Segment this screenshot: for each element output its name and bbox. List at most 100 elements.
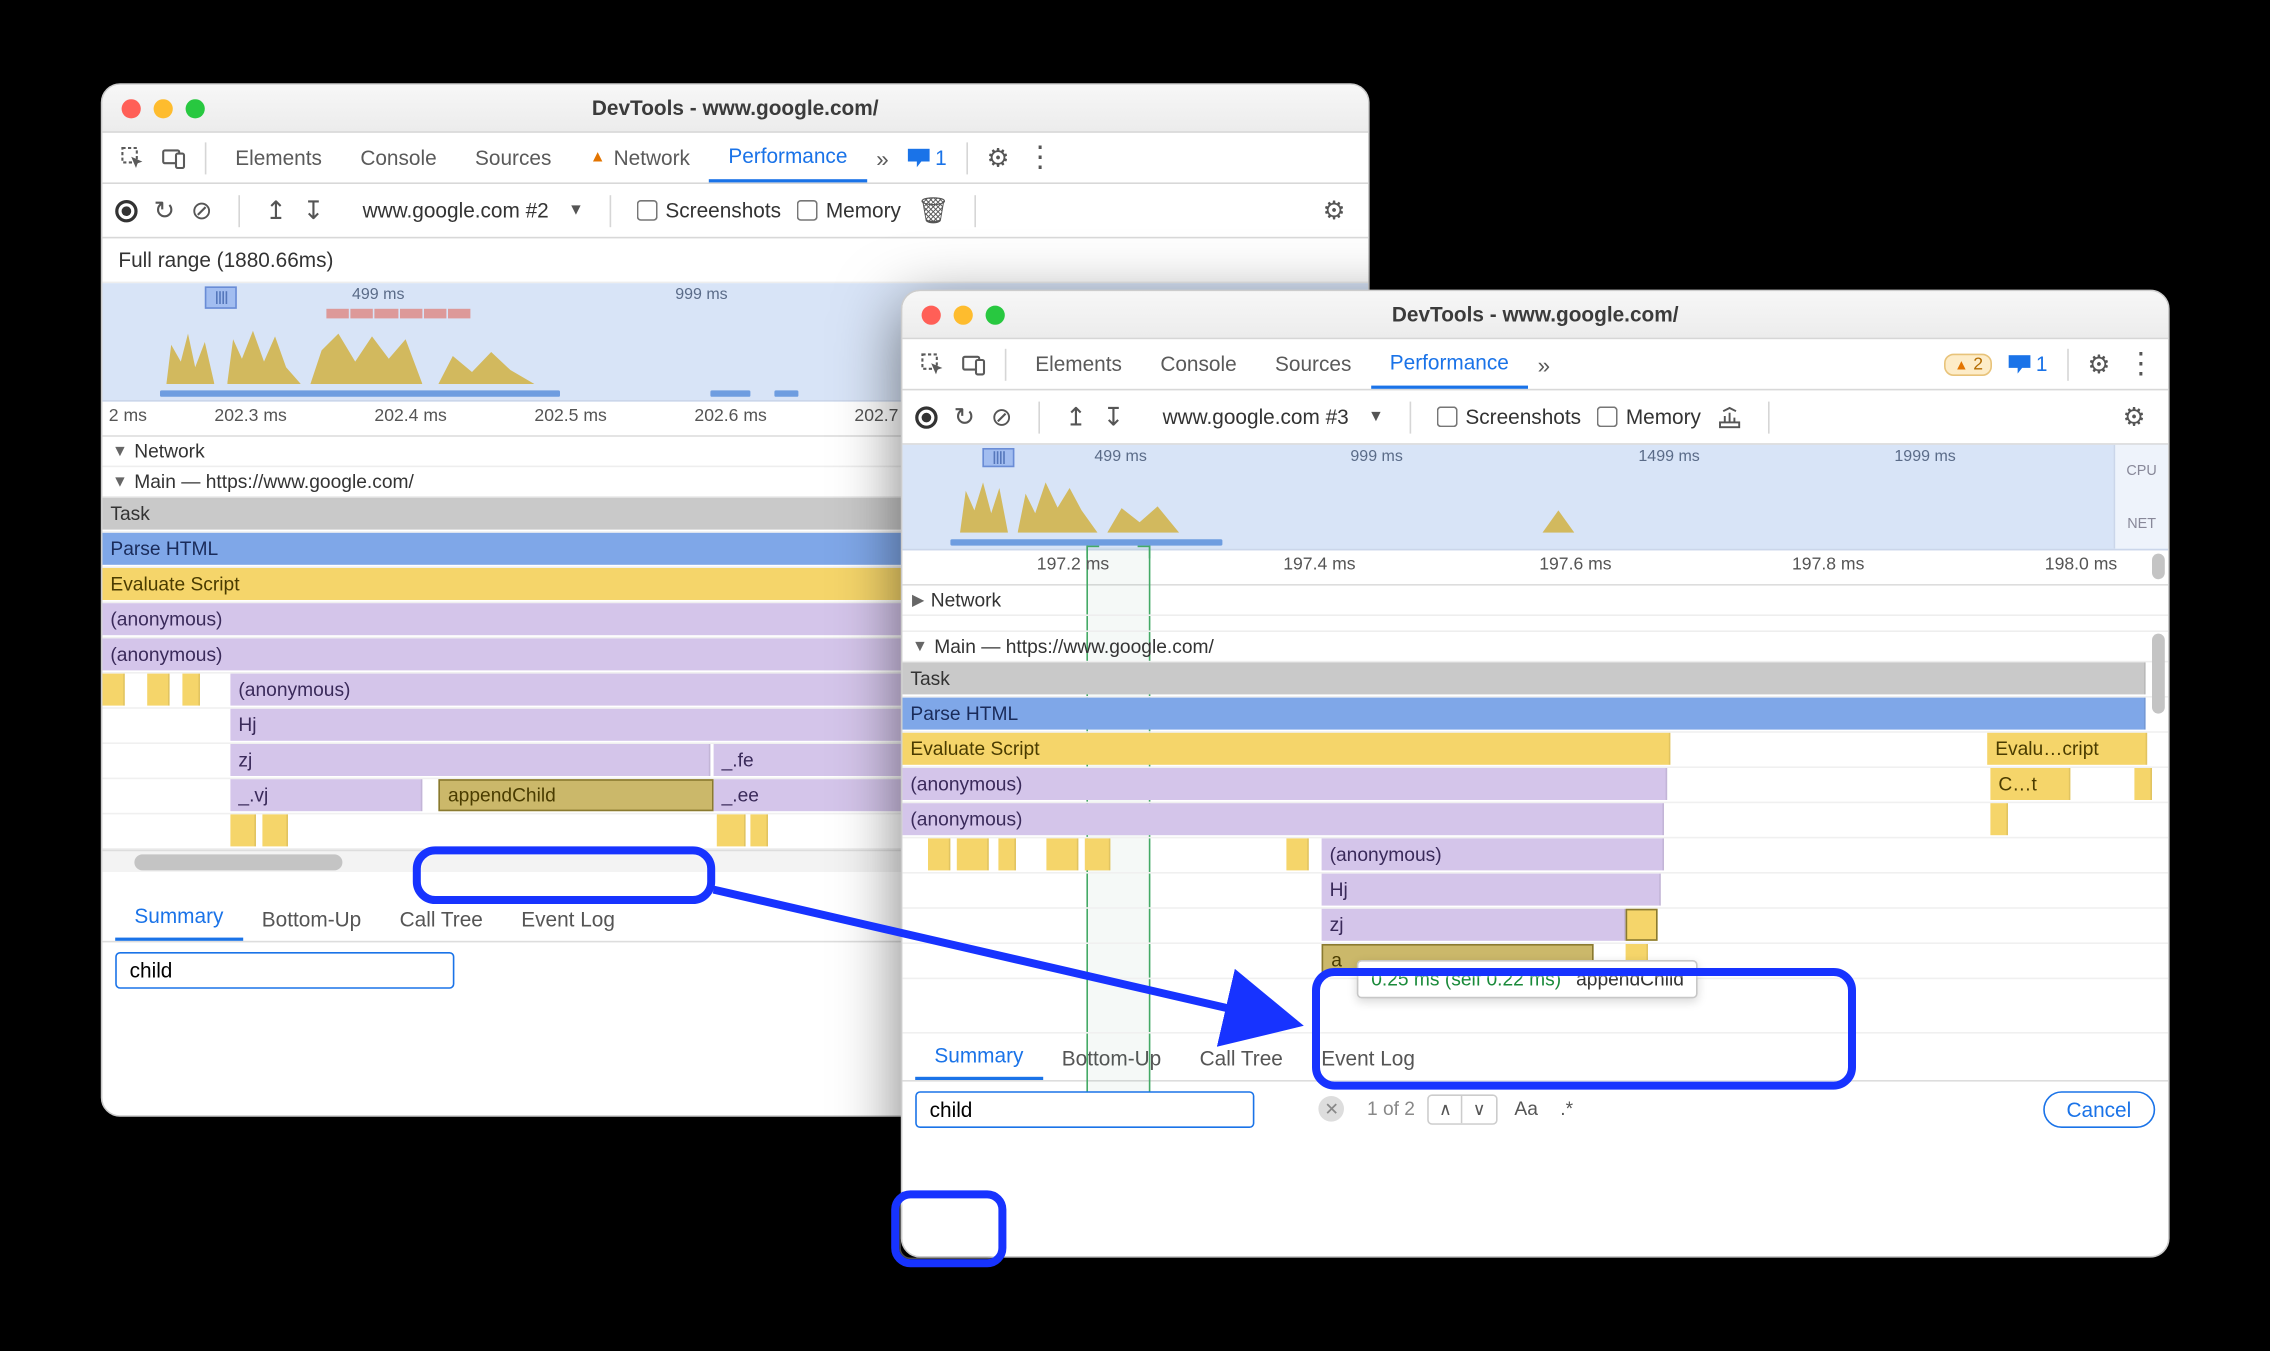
flame-anonymous[interactable]: (anonymous) [902,803,1664,835]
tab-summary[interactable]: Summary [915,1034,1042,1080]
flame-block[interactable] [998,838,1016,870]
more-tabs-icon[interactable]: » [1528,351,1560,377]
clear-icon[interactable]: ⊘ [991,401,1012,433]
match-case-toggle[interactable]: Aa [1510,1098,1543,1120]
search-input[interactable] [915,1090,1254,1127]
tab-console[interactable]: Console [1141,339,1256,389]
collapse-icon[interactable]: ▶ [912,591,924,609]
upload-icon[interactable]: ↥ [265,194,286,226]
flame-zj[interactable]: zj [1322,909,1626,941]
warnings-badge[interactable]: 2 [1945,353,1993,375]
expand-icon[interactable]: ▼ [112,473,128,491]
flame-parse-html[interactable]: Parse HTML [902,698,2145,730]
flame-row[interactable]: zj [902,909,2168,944]
expand-icon[interactable]: ▼ [112,442,128,460]
tab-console[interactable]: Console [341,133,456,183]
flame-row[interactable]: (anonymous) [902,803,2168,838]
regex-toggle[interactable]: .* [1556,1098,1578,1120]
tab-bottom-up[interactable]: Bottom-Up [243,898,381,941]
tab-event-log[interactable]: Event Log [1302,1037,1434,1080]
flame-row[interactable]: Task [902,662,2168,697]
download-icon[interactable]: ↧ [303,194,324,226]
reload-icon[interactable]: ↻ [154,194,175,226]
time-ruler[interactable]: 197.2 ms 197.4 ms 197.6 ms 197.8 ms 198.… [902,550,2168,585]
vertical-scrollbar-thumb[interactable] [2152,634,2165,714]
device-toggle-icon[interactable] [954,339,996,389]
flame-vj[interactable]: _.vj [230,779,422,811]
flame-block[interactable] [928,838,950,870]
flame-block[interactable] [750,814,768,846]
overview-window-handle[interactable] [205,286,237,308]
flame-evaluate-script-2[interactable]: Evalu…cript [1987,733,2147,765]
flame-block[interactable] [957,838,989,870]
tab-call-tree[interactable]: Call Tree [380,898,502,941]
upload-icon[interactable]: ↥ [1065,401,1086,433]
reload-icon[interactable]: ↻ [954,401,975,433]
flame-row[interactable]: Hj [902,874,2168,909]
flame-block[interactable] [102,674,124,706]
tab-performance[interactable]: Performance [709,133,866,183]
tab-performance[interactable]: Performance [1371,339,1528,389]
record-button-icon[interactable] [115,199,137,221]
settings-gear-icon[interactable]: ⚙ [987,142,1010,174]
timeline-overview[interactable]: 499 ms 999 ms 1499 ms 1999 ms CPU NET [902,445,2168,551]
overview-window-handle[interactable] [982,448,1014,467]
device-toggle-icon[interactable] [154,133,196,183]
flame-anonymous[interactable]: (anonymous) [902,768,1667,800]
search-prev-button[interactable]: ∧ [1429,1095,1463,1122]
tab-sources[interactable]: Sources [1256,339,1371,389]
memory-checkbox[interactable]: Memory [1597,405,1701,429]
search-input[interactable] [115,951,454,988]
download-icon[interactable]: ↧ [1103,401,1124,433]
tab-sources[interactable]: Sources [456,133,571,183]
flame-appendchild[interactable]: appendChild [438,779,713,811]
flame-block[interactable] [2134,768,2152,800]
main-track-header[interactable]: ▼Main — https://www.google.com/ [902,632,2168,662]
flame-block[interactable] [1626,909,1658,941]
flame-block[interactable] [1990,803,2008,835]
flame-block[interactable] [230,814,256,846]
recording-select[interactable]: www.google.com #2 [356,195,555,225]
inspect-icon[interactable] [912,339,954,389]
cancel-button[interactable]: Cancel [2042,1090,2155,1127]
clear-search-icon[interactable]: ✕ [1319,1096,1345,1122]
flame-row[interactable]: (anonymous) [902,838,2168,873]
capture-settings-gear-icon[interactable]: ⚙ [1323,194,1346,226]
tab-network[interactable]: Network [571,133,710,183]
expand-icon[interactable]: ▼ [912,638,928,656]
flame-evaluate-script[interactable]: Evaluate Script [902,733,1670,765]
issues-badge[interactable]: 1 [2009,352,2048,376]
flame-task[interactable]: Task [902,662,2145,694]
issues-badge[interactable]: 1 [908,146,947,170]
memory-checkbox[interactable]: Memory [797,198,901,222]
collect-garbage-icon[interactable] [1717,404,1743,430]
record-button-icon[interactable] [915,406,937,428]
flame-block[interactable] [1085,838,1111,870]
tab-call-tree[interactable]: Call Tree [1180,1037,1302,1080]
flame-row[interactable]: (anonymous) C…t [902,768,2168,803]
tab-event-log[interactable]: Event Log [502,898,634,941]
flame-hj[interactable]: Hj [1322,874,1661,906]
network-track-header[interactable]: ▶Network [902,586,2168,616]
inspect-icon[interactable] [112,133,154,183]
flame-row[interactable]: Parse HTML [902,698,2168,733]
settings-gear-icon[interactable]: ⚙ [2087,348,2110,380]
trash-icon[interactable]: 🗑 [917,194,950,226]
tab-elements[interactable]: Elements [216,133,341,183]
flame-block[interactable] [182,674,200,706]
clear-icon[interactable]: ⊘ [191,194,212,226]
flame-zj[interactable]: zj [230,744,710,776]
tab-elements[interactable]: Elements [1016,339,1141,389]
kebab-menu-icon[interactable]: ⋮ [2126,347,2152,381]
flame-block[interactable] [1046,838,1078,870]
flame-anonymous[interactable]: (anonymous) [1322,838,1664,870]
screenshots-checkbox[interactable]: Screenshots [637,198,781,222]
more-tabs-icon[interactable]: » [867,145,899,171]
flame-ct[interactable]: C…t [1990,768,2070,800]
kebab-menu-icon[interactable]: ⋮ [1026,141,1052,175]
flame-block[interactable] [147,674,169,706]
dropdown-icon[interactable]: ▼ [1368,408,1384,426]
search-next-button[interactable]: ∨ [1463,1095,1495,1122]
capture-settings-gear-icon[interactable]: ⚙ [2123,401,2146,433]
vertical-scrollbar-thumb[interactable] [2152,554,2165,580]
